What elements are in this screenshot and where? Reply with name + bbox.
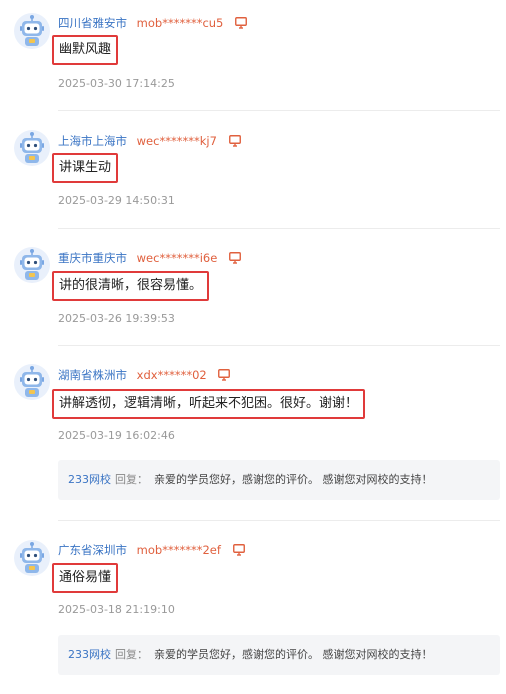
location-label: 广东省深圳市 — [58, 543, 127, 557]
username: wec*******i6e — [136, 251, 218, 265]
comment-meta: 湖南省株洲市 xdx******02 — [58, 368, 231, 382]
comment-content: 讲的很清晰，很容易懂。 — [52, 271, 210, 301]
divider — [58, 228, 500, 229]
divider — [58, 520, 500, 521]
robot-avatar-icon — [14, 540, 50, 576]
comment-date: 2025-03-29 14:50:31 — [58, 194, 175, 207]
comment-meta: 广东省深圳市 mob*******2ef — [58, 543, 245, 557]
username: mob*******2ef — [136, 543, 221, 557]
reply-text: 亲爱的学员您好，感谢您的评价。 感谢您对网校的支持！ — [154, 648, 433, 661]
computer-monitor-icon — [229, 252, 241, 264]
reply-box: 233网校 回复： 亲爱的学员您好，感谢您的评价。 感谢您对网校的支持！ — [58, 460, 500, 500]
reply-box: 233网校 回复： 亲爱的学员您好，感谢您的评价。 感谢您对网校的支持！ — [58, 635, 500, 675]
comment-content: 幽默风趣 — [52, 35, 119, 65]
comment-meta: 四川省雅安市 mob*******cu5 — [58, 16, 247, 30]
computer-monitor-icon — [235, 17, 247, 29]
comment-date: 2025-03-18 21:19:10 — [58, 603, 175, 616]
location-label: 湖南省株洲市 — [58, 368, 127, 382]
divider — [58, 110, 500, 111]
location-label: 上海市上海市 — [58, 134, 127, 148]
comment-date: 2025-03-30 17:14:25 — [58, 77, 175, 90]
reply-school-link[interactable]: 233网校 — [68, 648, 111, 661]
username: wec*******kj7 — [136, 134, 217, 148]
computer-monitor-icon — [232, 544, 245, 556]
comment-meta: 重庆市重庆市 wec*******i6e — [58, 251, 241, 265]
reply-text: 亲爱的学员您好，感谢您的评价。 感谢您对网校的支持！ — [154, 473, 433, 486]
username: mob*******cu5 — [136, 16, 224, 30]
robot-avatar-icon — [14, 364, 50, 400]
computer-monitor-icon — [228, 135, 241, 147]
computer-monitor-icon — [218, 369, 231, 381]
reply-school-link[interactable]: 233网校 — [68, 473, 111, 486]
comment-meta: 上海市上海市 wec*******kj7 — [58, 134, 241, 148]
reply-label: 回复： — [115, 473, 148, 486]
divider — [58, 345, 500, 346]
comment-content: 讲课生动 — [52, 153, 119, 183]
robot-avatar-icon — [14, 13, 50, 49]
comment-content: 通俗易懂 — [52, 563, 119, 593]
location-label: 重庆市重庆市 — [58, 251, 127, 265]
reply-label: 回复： — [115, 648, 148, 661]
robot-avatar-icon — [14, 130, 50, 166]
comment-date: 2025-03-19 16:02:46 — [58, 429, 175, 442]
robot-avatar-icon — [14, 247, 50, 283]
comment-content: 讲解透彻，逻辑清晰，听起来不犯困。很好。谢谢！ — [52, 389, 366, 419]
location-label: 四川省雅安市 — [58, 16, 127, 30]
username: xdx******02 — [136, 368, 207, 382]
comment-date: 2025-03-26 19:39:53 — [58, 312, 175, 325]
